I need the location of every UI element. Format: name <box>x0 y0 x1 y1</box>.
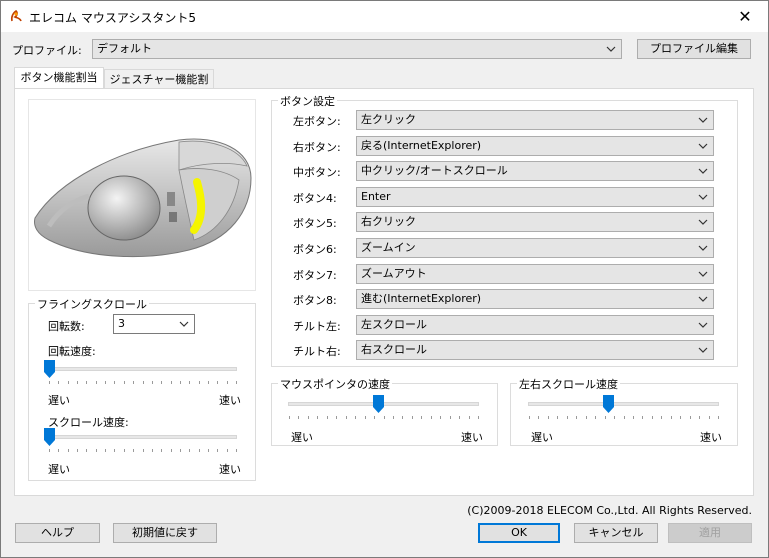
reset-defaults-button[interactable]: 初期値に戻す <box>113 523 217 543</box>
profile-select[interactable]: デフォルト <box>92 39 622 59</box>
button-row-value: 進む(InternetExplorer) <box>361 292 482 305</box>
tab-gesture-assign[interactable]: ジェスチャー機能割当 <box>104 69 214 106</box>
button-row-value: Enter <box>361 190 391 203</box>
chevron-down-icon <box>606 46 616 52</box>
rotation-speed-ticks <box>49 381 237 384</box>
button-row-label: ボタン8: <box>293 294 337 307</box>
pointer-speed-label: マウスポインタの速度 <box>278 376 392 392</box>
button-row-select[interactable]: 左クリック <box>356 110 714 130</box>
title-bar[interactable]: エレコム マウスアシスタント5 ✕ <box>1 1 768 32</box>
button-row-value: 左クリック <box>361 113 416 126</box>
close-button[interactable]: ✕ <box>722 1 768 32</box>
button-row-select[interactable]: ズームアウト <box>356 264 714 284</box>
chevron-down-icon <box>698 271 708 277</box>
button-row-select[interactable]: 中クリック/オートスクロール <box>356 161 714 181</box>
mouse-illustration <box>34 138 252 258</box>
cancel-button[interactable]: キャンセル <box>574 523 658 543</box>
button-row-label: 中ボタン: <box>293 166 341 179</box>
hscroll-speed-track <box>528 402 719 406</box>
close-icon: ✕ <box>738 7 752 26</box>
tab-button-assign[interactable]: ボタン機能割当 <box>14 67 104 90</box>
button-row-select[interactable]: Enter <box>356 187 714 207</box>
chevron-down-icon <box>698 117 708 123</box>
chevron-down-icon <box>698 245 708 251</box>
help-button[interactable]: ヘルプ <box>15 523 100 543</box>
apply-button[interactable]: 適用 <box>668 523 752 543</box>
button-row-select[interactable]: 右クリック <box>356 212 714 232</box>
hscroll-speed-slider[interactable] <box>603 395 614 413</box>
button-row-value: 左スクロール <box>361 318 427 331</box>
pointer-speed-slow: 遅い <box>291 431 313 444</box>
button-row-value: ズームアウト <box>361 267 427 280</box>
hscroll-speed-slow: 遅い <box>531 431 553 444</box>
button-row-select[interactable]: ズームイン <box>356 238 714 258</box>
ok-button[interactable]: OK <box>478 523 560 543</box>
scroll-speed-slider[interactable] <box>44 428 55 446</box>
chevron-down-icon <box>698 347 708 353</box>
hscroll-speed-label: 左右スクロール速度 <box>517 376 620 392</box>
button-row-value: ズームイン <box>361 241 416 254</box>
button-row-select[interactable]: 右スクロール <box>356 340 714 360</box>
button-row-value: 右クリック <box>361 215 416 228</box>
rotation-count-value: 3 <box>118 317 125 330</box>
button-row-value: 右スクロール <box>361 343 427 356</box>
profile-value: デフォルト <box>97 42 152 55</box>
pointer-speed-ticks <box>289 416 479 419</box>
button-row-value: 中クリック/オートスクロール <box>361 164 508 177</box>
flying-scroll-label: フライングスクロール <box>35 296 149 312</box>
rotation-count-select[interactable]: 3 <box>113 314 195 334</box>
mouse-image <box>28 99 256 291</box>
button-row-select[interactable]: 左スクロール <box>356 315 714 335</box>
scroll-speed-track <box>48 435 237 439</box>
profile-edit-button[interactable]: プロファイル編集 <box>637 39 751 59</box>
copyright-text: (C)2009-2018 ELECOM Co.,Ltd. All Rights … <box>467 504 752 517</box>
button-row-label: ボタン5: <box>293 217 337 230</box>
button-row-select[interactable]: 進む(InternetExplorer) <box>356 289 714 309</box>
chevron-down-icon <box>698 219 708 225</box>
button-settings-label: ボタン設定 <box>278 93 337 109</box>
scroll-speed-fast: 速い <box>219 463 241 476</box>
button-row-value: 戻る(InternetExplorer) <box>361 139 482 152</box>
profile-label: プロファイル: <box>12 44 82 57</box>
rotation-speed-track <box>48 367 237 371</box>
button-row-label: 右ボタン: <box>293 141 341 154</box>
chevron-down-icon <box>698 194 708 200</box>
rotation-speed-fast: 速い <box>219 394 241 407</box>
app-icon <box>10 9 22 22</box>
chevron-down-icon <box>698 168 708 174</box>
button-row-label: 左ボタン: <box>293 115 341 128</box>
rotation-speed-slow: 遅い <box>48 394 70 407</box>
rotation-count-label: 回転数: <box>48 320 85 333</box>
scroll-speed-ticks <box>49 449 237 452</box>
rotation-speed-slider[interactable] <box>44 360 55 378</box>
chevron-down-icon <box>698 296 708 302</box>
hscroll-speed-fast: 速い <box>700 431 722 444</box>
button-row-label: チルト右: <box>293 345 341 358</box>
chevron-down-icon <box>698 322 708 328</box>
rotation-speed-label: 回転速度: <box>48 345 96 358</box>
button-row-select[interactable]: 戻る(InternetExplorer) <box>356 136 714 156</box>
window-title: エレコム マウスアシスタント5 <box>29 11 196 25</box>
chevron-down-icon <box>179 321 189 327</box>
button-row-label: ボタン7: <box>293 269 337 282</box>
hscroll-speed-ticks <box>529 416 719 419</box>
main-window: エレコム マウスアシスタント5 ✕ プロファイル: デフォルト プロファイル編集… <box>0 0 769 558</box>
pointer-speed-fast: 速い <box>461 431 483 444</box>
scroll-speed-label: スクロール速度: <box>48 416 129 429</box>
scroll-speed-slow: 遅い <box>48 463 70 476</box>
pointer-speed-slider[interactable] <box>373 395 384 413</box>
button-row-label: ボタン4: <box>293 192 337 205</box>
chevron-down-icon <box>698 143 708 149</box>
button-row-label: チルト左: <box>293 320 341 333</box>
button-row-label: ボタン6: <box>293 243 337 256</box>
